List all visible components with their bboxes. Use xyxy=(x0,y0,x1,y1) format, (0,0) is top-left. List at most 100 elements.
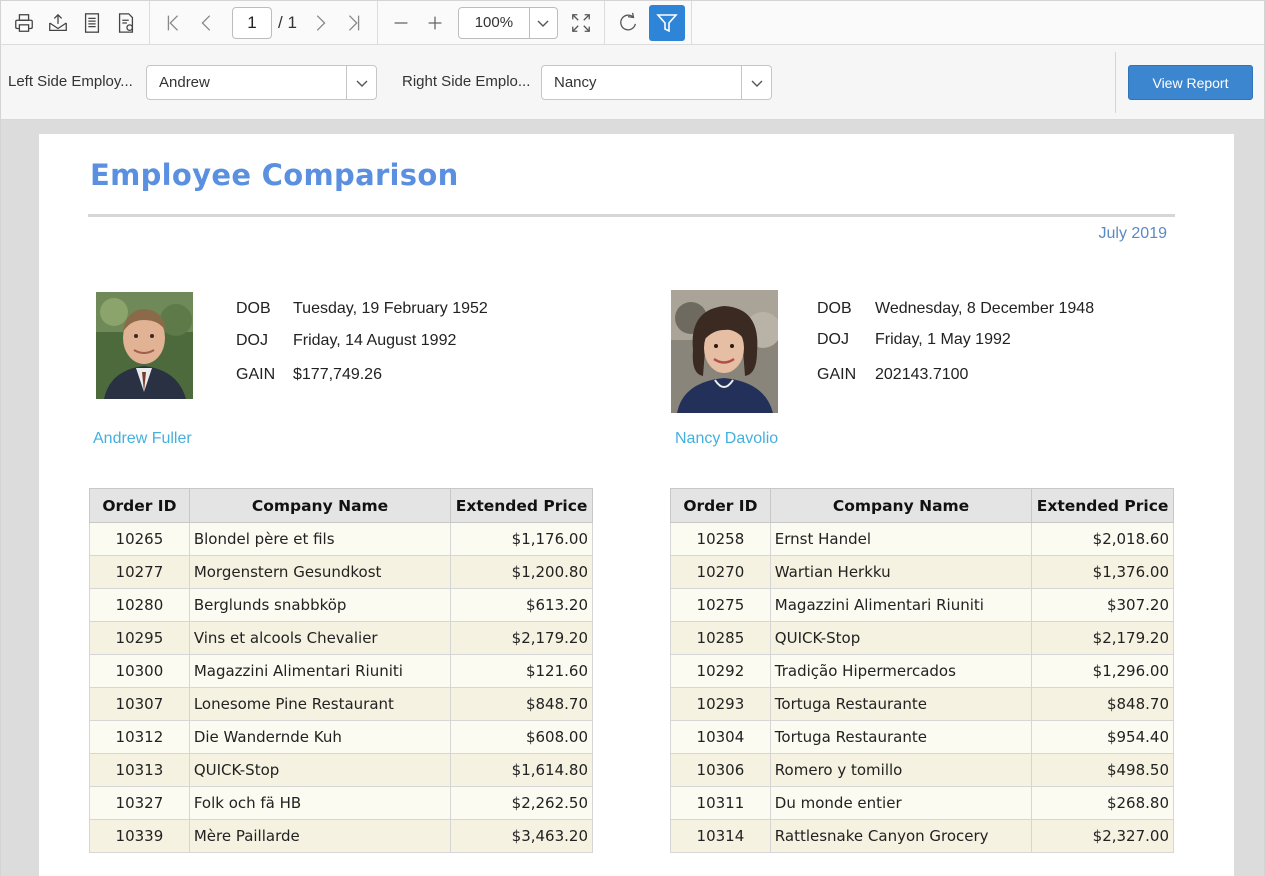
left-dob-row: DOB Tuesday, 19 February 1952 xyxy=(236,300,488,318)
extended-price-cell: $613.20 xyxy=(450,588,593,622)
order-id-cell: 10304 xyxy=(670,720,771,754)
order-id-cell: 10265 xyxy=(89,522,190,556)
left-employee-select[interactable]: Andrew xyxy=(146,65,377,100)
next-page-icon xyxy=(316,14,326,31)
extended-price-cell: $2,018.60 xyxy=(1031,522,1174,556)
page-number-input[interactable]: 1 xyxy=(232,6,272,39)
order-id-cell: 10313 xyxy=(89,753,190,787)
extended-price-cell: $1,614.80 xyxy=(450,753,593,787)
right-employee-select[interactable]: Nancy xyxy=(541,65,772,100)
table-row: 10307 Lonesome Pine Restaurant $848.70 xyxy=(89,687,593,721)
report-page: Employee Comparison July 2019 DOB Tuesday… xyxy=(39,134,1234,876)
extended-price-cell: $498.50 xyxy=(1031,753,1174,787)
param-divider xyxy=(1115,52,1116,113)
extended-price-cell: $1,376.00 xyxy=(1031,555,1174,589)
extended-price-cell: $1,176.00 xyxy=(450,522,593,556)
refresh-button[interactable] xyxy=(611,6,645,40)
print-layout-button[interactable] xyxy=(109,6,143,40)
misc-tools xyxy=(605,1,692,44)
export-button[interactable] xyxy=(41,6,75,40)
extended-price-cell: $1,200.80 xyxy=(450,555,593,589)
column-header: Extended Price xyxy=(1031,488,1174,523)
extended-price-cell: $1,296.00 xyxy=(1031,654,1174,688)
column-header: Order ID xyxy=(89,488,190,523)
report-title: Employee Comparison xyxy=(90,158,459,192)
left-gain-row: GAIN $177,749.26 xyxy=(236,366,382,384)
extended-price-cell: $848.70 xyxy=(1031,687,1174,721)
report-viewer[interactable]: Employee Comparison July 2019 DOB Tuesday… xyxy=(0,120,1265,876)
refresh-icon xyxy=(620,12,636,30)
right-dob-value: Wednesday, 8 December 1948 xyxy=(875,300,1095,317)
previous-page-icon xyxy=(201,14,211,31)
order-id-cell: 10339 xyxy=(89,819,190,853)
company-name-cell: Ernst Handel xyxy=(769,522,1033,556)
zoom-in-icon xyxy=(428,16,442,29)
company-name-cell: Magazzini Alimentari Riuniti xyxy=(769,588,1033,622)
order-id-cell: 10314 xyxy=(670,819,771,853)
table-row: 10339 Mère Paillarde $3,463.20 xyxy=(89,819,593,853)
company-name-cell: Tortuga Restaurante xyxy=(769,687,1033,721)
chevron-down-icon xyxy=(741,66,771,99)
zoom-tools: 100% xyxy=(378,1,605,44)
page-setup-button[interactable] xyxy=(75,6,109,40)
right-employee-value: Nancy xyxy=(554,74,597,91)
table-row: 10314 Rattlesnake Canyon Grocery $2,327.00 xyxy=(670,819,1174,853)
company-name-cell: Folk och fä HB xyxy=(188,786,452,820)
company-name-cell: Tortuga Restaurante xyxy=(769,720,1033,754)
company-name-cell: Blondel père et fils xyxy=(188,522,452,556)
order-id-cell: 10292 xyxy=(670,654,771,688)
page-count: / 1 xyxy=(278,12,297,32)
right-gain-row: GAIN 202143.7100 xyxy=(817,366,968,384)
right-employee-name: Nancy Davolio xyxy=(675,430,779,447)
order-id-cell: 10327 xyxy=(89,786,190,820)
right-doj-row: DOJ Friday, 1 May 1992 xyxy=(817,331,1011,349)
left-doj-value: Friday, 14 August 1992 xyxy=(293,332,457,349)
parameters-toggle-button[interactable] xyxy=(648,4,685,41)
right-employee-photo xyxy=(671,290,778,413)
column-header: Extended Price xyxy=(450,488,593,523)
extended-price-cell: $307.20 xyxy=(1031,588,1174,622)
order-id-cell: 10285 xyxy=(670,621,771,655)
extended-price-cell: $848.70 xyxy=(450,687,593,721)
table-row: 10258 Ernst Handel $2,018.60 xyxy=(670,522,1174,556)
company-name-cell: Mère Paillarde xyxy=(188,819,452,853)
fit-page-button[interactable] xyxy=(564,6,598,40)
order-id-cell: 10300 xyxy=(89,654,190,688)
left-dob-value: Tuesday, 19 February 1952 xyxy=(293,300,488,317)
company-name-cell: Wartian Herkku xyxy=(769,555,1033,589)
chevron-down-icon xyxy=(528,7,557,38)
column-header: Company Name xyxy=(188,488,452,523)
extended-price-cell: $608.00 xyxy=(450,720,593,754)
previous-page-button[interactable] xyxy=(190,6,224,40)
company-name-cell: Rattlesnake Canyon Grocery xyxy=(769,819,1033,853)
order-id-cell: 10312 xyxy=(89,720,190,754)
table-row: 10327 Folk och fä HB $2,262.50 xyxy=(89,786,593,820)
order-id-cell: 10280 xyxy=(89,588,190,622)
next-page-button[interactable] xyxy=(303,6,337,40)
print-icon xyxy=(15,13,33,32)
table-row: 10306 Romero y tomillo $498.50 xyxy=(670,753,1174,787)
company-name-cell: Tradição Hipermercados xyxy=(769,654,1033,688)
left-gain-label: GAIN xyxy=(236,366,276,383)
left-dob-label: DOB xyxy=(236,300,271,317)
last-page-button[interactable] xyxy=(337,6,371,40)
right-gain-value: 202143.7100 xyxy=(875,366,969,383)
right-doj-label: DOJ xyxy=(817,331,849,348)
left-employee-value: Andrew xyxy=(159,74,210,91)
print-button[interactable] xyxy=(7,6,41,40)
zoom-out-button[interactable] xyxy=(384,6,418,40)
extended-price-cell: $2,327.00 xyxy=(1031,819,1174,853)
zoom-in-button[interactable] xyxy=(418,6,452,40)
column-header: Company Name xyxy=(769,488,1033,523)
zoom-select[interactable]: 100% xyxy=(457,6,558,39)
extended-price-cell: $2,179.20 xyxy=(1031,621,1174,655)
table-row: 10280 Berglunds snabbköp $613.20 xyxy=(89,588,593,622)
left-employee-name: Andrew Fuller xyxy=(93,430,192,447)
first-page-button[interactable] xyxy=(156,6,190,40)
company-name-cell: Magazzini Alimentari Riuniti xyxy=(188,654,452,688)
view-report-button[interactable]: View Report xyxy=(1128,65,1253,100)
company-name-cell: Vins et alcools Chevalier xyxy=(188,621,452,655)
right-gain-label: GAIN xyxy=(817,366,857,383)
left-table-body: 10265 Blondel père et fils $1,176.00 10277 M… xyxy=(89,522,593,853)
last-page-icon xyxy=(348,14,360,31)
